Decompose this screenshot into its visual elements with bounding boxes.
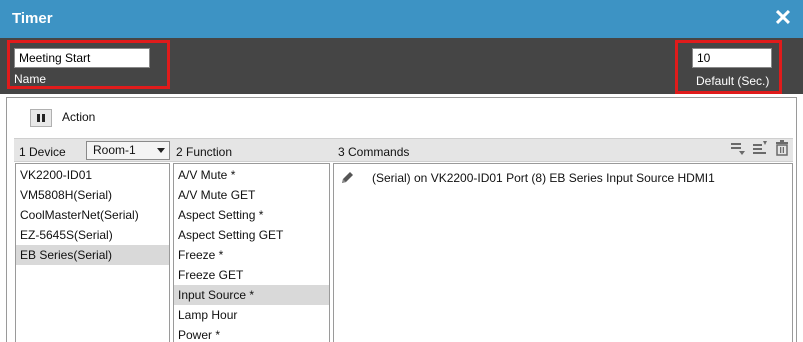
- window-title: Timer: [12, 10, 53, 27]
- command-list: (Serial) on VK2200-ID01 Port (8) EB Seri…: [333, 163, 793, 342]
- pause-icon[interactable]: [30, 109, 52, 127]
- function-item[interactable]: Aspect Setting *: [174, 205, 329, 225]
- action-label: Action: [62, 110, 96, 124]
- edit-list-icon[interactable]: [752, 140, 768, 156]
- highlight-box-default: [675, 40, 782, 94]
- room-select[interactable]: Room-1: [86, 141, 170, 160]
- close-icon[interactable]: ✕: [771, 6, 795, 30]
- device-item-selected[interactable]: EB Series(Serial): [16, 245, 169, 265]
- title-bar: Timer ✕: [0, 0, 803, 38]
- room-select-value: Room-1: [93, 143, 136, 157]
- device-list: VK2200-ID01 VM5808H(Serial) CoolMasterNe…: [15, 163, 170, 342]
- highlight-box-name: [7, 40, 170, 89]
- pencil-icon[interactable]: [340, 171, 354, 185]
- device-item[interactable]: CoolMasterNet(Serial): [16, 205, 169, 225]
- device-item[interactable]: EZ-5645S(Serial): [16, 225, 169, 245]
- function-item[interactable]: Power *: [174, 325, 329, 342]
- move-down-icon[interactable]: [730, 140, 746, 156]
- chevron-down-icon: [157, 148, 165, 153]
- function-item[interactable]: Freeze GET: [174, 265, 329, 285]
- function-item[interactable]: Aspect Setting GET: [174, 225, 329, 245]
- device-item[interactable]: VK2200-ID01: [16, 165, 169, 185]
- function-item-selected[interactable]: Input Source *: [174, 285, 329, 305]
- function-item[interactable]: A/V Mute GET: [174, 185, 329, 205]
- function-item[interactable]: A/V Mute *: [174, 165, 329, 185]
- commands-column-header: 3 Commands: [338, 145, 410, 159]
- command-text: (Serial) on VK2200-ID01 Port (8) EB Seri…: [372, 171, 715, 185]
- device-column-header: 1 Device: [19, 145, 66, 159]
- function-column-header: 2 Function: [176, 145, 233, 159]
- device-item[interactable]: VM5808H(Serial): [16, 185, 169, 205]
- function-list: A/V Mute * A/V Mute GET Aspect Setting *…: [173, 163, 330, 342]
- function-item[interactable]: Lamp Hour: [174, 305, 329, 325]
- function-item[interactable]: Freeze *: [174, 245, 329, 265]
- trash-icon[interactable]: [774, 140, 790, 156]
